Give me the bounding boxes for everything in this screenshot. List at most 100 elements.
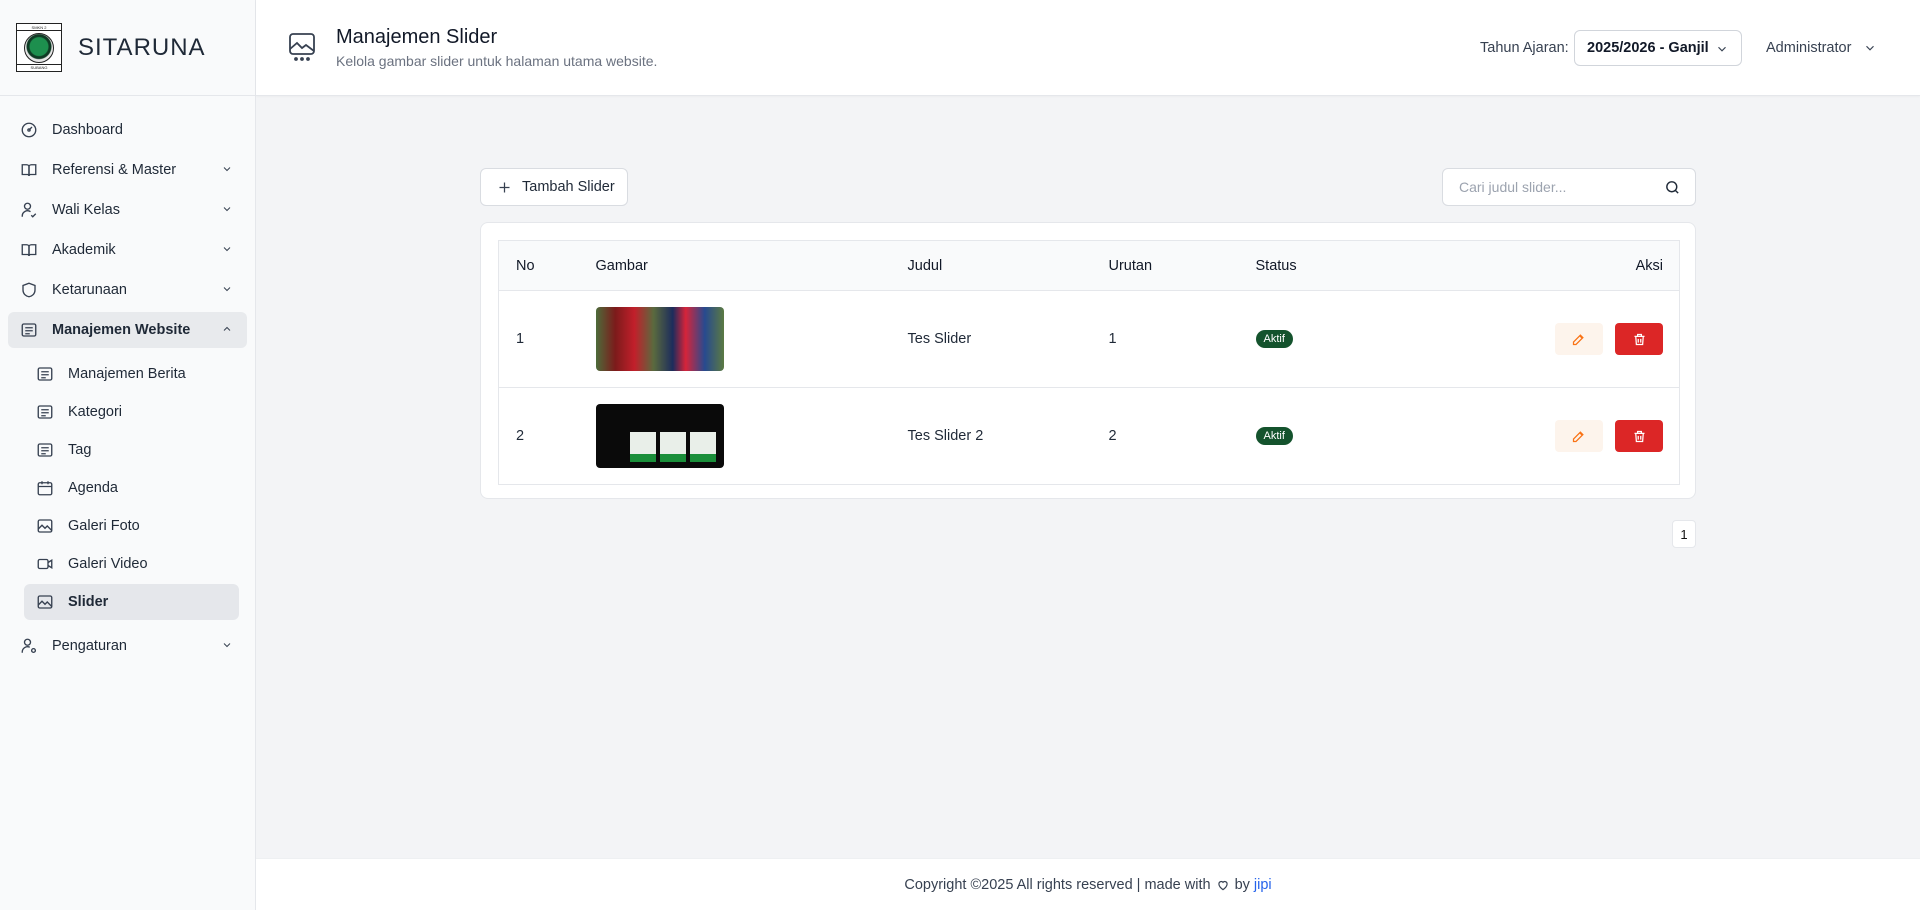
footer-author-link[interactable]: jipi	[1254, 877, 1272, 893]
image-icon	[289, 33, 315, 61]
top-header: Manajemen Slider Kelola gambar slider un…	[256, 0, 1920, 96]
cell-aksi	[1455, 290, 1680, 388]
trash-icon	[1634, 333, 1644, 345]
sidebar-item-manajemen-website[interactable]: Manajemen Website	[8, 312, 247, 348]
logo-bottom-text: SUBANG	[17, 64, 61, 70]
cell-judul: Tes Slider	[907, 290, 1109, 388]
user-check-icon	[20, 201, 38, 219]
page-subtitle: Kelola gambar slider untuk halaman utama…	[336, 53, 658, 69]
image-icon	[36, 517, 54, 535]
dashboard-icon	[20, 121, 38, 139]
academic-year-select[interactable]: 2025/2026 - Ganjil	[1574, 30, 1742, 66]
document-icon	[36, 441, 54, 459]
calendar-icon	[36, 479, 54, 497]
chevron-down-icon	[221, 243, 235, 257]
footer-by: by	[1234, 876, 1250, 893]
logo-emblem	[24, 32, 54, 63]
plus-icon	[499, 182, 510, 192]
video-icon	[36, 555, 54, 573]
sidebar-item-wali-kelas[interactable]: Wali Kelas	[8, 192, 247, 228]
cell-urutan: 1	[1108, 290, 1256, 388]
add-slider-button[interactable]: Tambah Slider	[480, 168, 628, 206]
search-input[interactable]	[1459, 169, 1659, 205]
sidebar-item-manajemen-berita[interactable]: Manajemen Berita	[24, 356, 239, 392]
edit-button[interactable]	[1554, 323, 1603, 355]
sidebar-nav: Dashboard Referensi & Master Wali Kelas …	[0, 96, 255, 664]
edit-button[interactable]	[1554, 420, 1603, 452]
book-open-icon	[20, 241, 38, 259]
sidebar-item-akademik[interactable]: Akademik	[8, 232, 247, 268]
logo-top-text: SMKN 2	[17, 25, 61, 31]
sidebar-item-tag[interactable]: Tag	[24, 432, 239, 468]
column-header-aksi: Aksi	[1455, 240, 1680, 291]
sidebar-item-kategori[interactable]: Kategori	[24, 394, 239, 430]
trash-icon	[1634, 430, 1644, 442]
submenu-manajemen-website: Manajemen Berita Kategori Tag Agenda Gal…	[0, 350, 255, 626]
cell-no: 1	[498, 290, 596, 388]
pencil-icon	[1573, 430, 1585, 442]
academic-year-value: 2025/2026 - Ganjil	[1587, 40, 1709, 56]
column-header-status: Status	[1255, 240, 1456, 291]
sidebar-item-label: Galeri Foto	[68, 518, 140, 534]
delete-button[interactable]	[1615, 323, 1663, 355]
sidebar-item-referensi-master[interactable]: Referensi & Master	[8, 152, 247, 188]
cell-judul: Tes Slider 2	[907, 428, 984, 444]
document-icon	[36, 403, 54, 421]
sidebar-item-label: Manajemen Berita	[68, 366, 186, 382]
sidebar-item-label: Agenda	[68, 480, 118, 496]
table-row: 1 Tes Slider 1 Aktif	[498, 290, 1680, 388]
document-icon	[36, 365, 54, 383]
sidebar-item-dashboard[interactable]: Dashboard	[8, 112, 247, 148]
column-header-judul: Judul	[907, 240, 1109, 291]
sidebar-item-galeri-video[interactable]: Galeri Video	[24, 546, 239, 582]
sidebar-item-label: Kategori	[68, 404, 123, 420]
sidebar-item-agenda[interactable]: Agenda	[24, 470, 239, 506]
footer-copyright: Copyright ©2025 All rights reserved | ma…	[904, 876, 1211, 893]
sidebar-item-label: Akademik	[52, 242, 116, 258]
status-badge: Aktif	[1255, 330, 1293, 348]
user-name: Administrator	[1766, 40, 1852, 56]
column-header-gambar: Gambar	[595, 240, 908, 291]
delete-button[interactable]	[1615, 420, 1663, 452]
chevron-down-icon	[221, 203, 235, 217]
chevron-down-icon	[1863, 41, 1877, 55]
column-header-no: No	[498, 240, 596, 291]
sidebar-item-label: Tag	[68, 442, 92, 458]
chevron-down-icon	[221, 639, 235, 653]
search-icon[interactable]	[1664, 179, 1681, 196]
sidebar-item-label: Wali Kelas	[52, 202, 120, 218]
cell-aksi	[1456, 388, 1680, 485]
column-header-urutan: Urutan	[1108, 240, 1256, 291]
sidebar-item-label: Galeri Video	[68, 556, 148, 572]
add-slider-label: Tambah Slider	[522, 179, 615, 195]
image-icon	[36, 593, 54, 611]
cell-gambar	[595, 290, 908, 388]
sidebar-item-label: Referensi & Master	[52, 162, 177, 178]
chevron-down-icon	[1718, 46, 1726, 52]
cell-urutan: 2	[1108, 428, 1117, 444]
table-header-row: No Gambar Judul Urutan Status Aksi	[498, 240, 1680, 291]
sidebar-item-ketarunaan[interactable]: Ketarunaan	[8, 272, 247, 308]
brand[interactable]: SMKN 2 SUBANG SITARUNA	[0, 0, 255, 96]
pagination-page-1[interactable]: 1	[1672, 520, 1696, 548]
sidebar-item-pengaturan[interactable]: Pengaturan	[8, 628, 247, 664]
slider-thumbnail[interactable]	[595, 307, 724, 371]
brand-name: SITARUNA	[78, 33, 206, 61]
sidebar-item-slider[interactable]: Slider	[24, 584, 239, 620]
search-box	[1442, 168, 1696, 206]
chevron-down-icon	[221, 283, 235, 297]
chevron-down-icon	[221, 163, 235, 177]
table-row: 2 Tes Slider 2 2 Aktif	[499, 388, 1680, 485]
document-icon	[20, 321, 38, 339]
sidebar-item-galeri-foto[interactable]: Galeri Foto	[24, 508, 239, 544]
school-logo: SMKN 2 SUBANG	[16, 23, 62, 72]
shield-icon	[20, 281, 38, 299]
book-icon	[20, 161, 38, 179]
user-menu[interactable]: Administrator	[1766, 40, 1877, 56]
heart-icon	[1216, 878, 1230, 892]
user-gear-icon	[20, 637, 38, 655]
cell-no: 2	[516, 428, 525, 444]
sidebar: SMKN 2 SUBANG SITARUNA Dashboard Referen…	[0, 0, 256, 910]
slider-thumbnail[interactable]	[595, 404, 724, 468]
pencil-icon	[1573, 333, 1585, 345]
